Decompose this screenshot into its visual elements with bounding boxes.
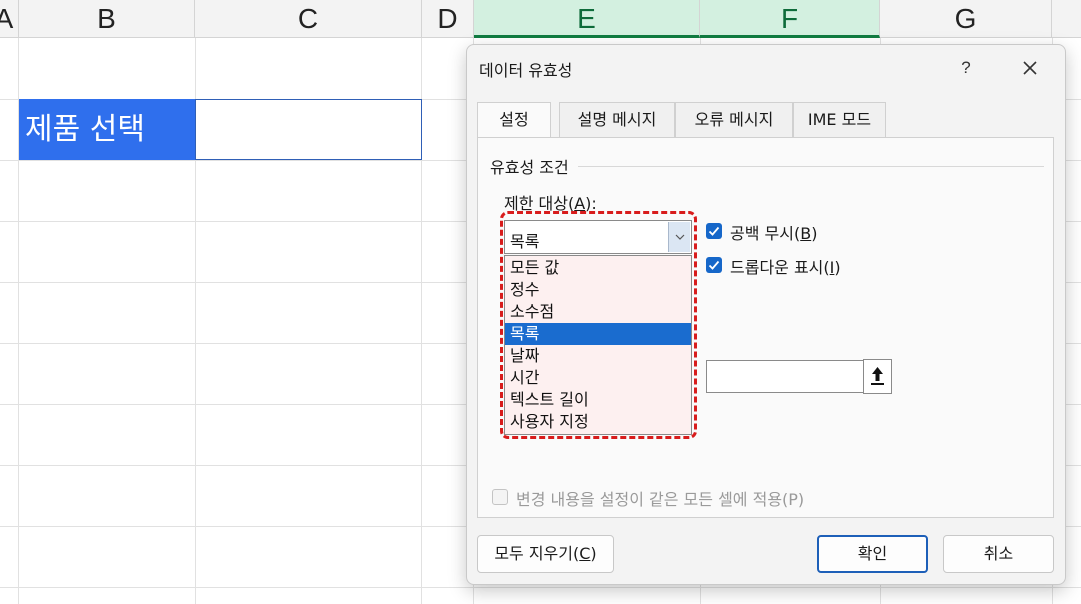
allow-options-list: 모든 값 정수 소수점 목록 날짜 시간 텍스트 길이 사용자 지정 (504, 255, 692, 435)
apply-all-label: 변경 내용을 설정이 같은 모든 셀에 적용(P) (516, 490, 805, 509)
option-whole-number[interactable]: 정수 (505, 279, 691, 301)
apply-all-checkbox[interactable] (492, 489, 508, 505)
dialog-title: 데이터 유효성 (479, 61, 573, 80)
help-button[interactable]: ? (953, 55, 979, 81)
column-header-a[interactable]: A (0, 0, 19, 38)
in-cell-dropdown-suffix: ) (834, 258, 841, 277)
clear-all-accesskey: C (579, 544, 591, 563)
ignore-blank-label[interactable]: 공백 무시(B) (730, 220, 817, 244)
column-header-e[interactable]: E (474, 0, 700, 38)
allow-label: 제한 대상(A): (504, 190, 597, 214)
tab-ime-mode[interactable]: IME 모드 (793, 102, 886, 138)
chevron-down-icon (675, 234, 685, 240)
close-icon (1023, 61, 1037, 75)
option-any-value[interactable]: 모든 값 (505, 257, 691, 279)
ignore-blank-text: 공백 무시( (730, 224, 801, 243)
cancel-button[interactable]: 취소 (943, 535, 1054, 573)
column-header-c[interactable]: C (195, 0, 422, 38)
cell-product-input[interactable] (195, 99, 422, 160)
clear-all-text: 모두 지우기( (494, 544, 580, 563)
in-cell-dropdown-label[interactable]: 드롭다운 표시(I) (730, 254, 841, 278)
settings-panel: 유효성 조건 제한 대상(A): 목록 모든 값 정수 소수점 목록 날짜 시간… (477, 137, 1054, 518)
ignore-blank-accesskey: B (800, 224, 812, 243)
cell-product-select-label[interactable]: 제품 선택 (19, 99, 195, 160)
column-header-b[interactable]: B (19, 0, 195, 38)
allow-select[interactable]: 목록 (504, 220, 692, 254)
allow-label-accesskey: A (574, 194, 586, 213)
range-select-button[interactable] (863, 359, 892, 394)
option-custom[interactable]: 사용자 지정 (505, 411, 691, 433)
column-header-f[interactable]: F (700, 0, 880, 38)
tab-input-message[interactable]: 설명 메시지 (559, 102, 675, 138)
clear-all-button[interactable]: 모두 지우기(C) (477, 535, 614, 573)
column-header-row: A B C D E F G (0, 0, 1081, 38)
allow-label-suffix: ): (585, 194, 597, 213)
in-cell-dropdown-text: 드롭다운 표시( (730, 258, 830, 277)
ignore-blank-suffix: ) (811, 224, 818, 243)
column-header-g[interactable]: G (880, 0, 1052, 38)
column-header-d[interactable]: D (422, 0, 474, 38)
grid-line (0, 587, 1081, 588)
ok-button[interactable]: 확인 (817, 535, 928, 573)
group-divider (578, 166, 1044, 167)
option-time[interactable]: 시간 (505, 367, 691, 389)
tab-settings[interactable]: 설정 (477, 102, 551, 139)
clear-all-suffix: ) (590, 544, 597, 563)
close-button[interactable] (1015, 53, 1045, 83)
validation-criteria-title: 유효성 조건 (490, 158, 569, 177)
in-cell-dropdown-checkbox[interactable] (706, 257, 722, 273)
allow-label-text: 제한 대상( (504, 194, 575, 213)
ignore-blank-checkbox[interactable] (706, 223, 722, 239)
source-input[interactable] (706, 360, 866, 393)
option-list[interactable]: 목록 (505, 323, 691, 345)
dropdown-button[interactable] (668, 222, 690, 252)
option-decimal[interactable]: 소수점 (505, 301, 691, 323)
range-select-icon (871, 367, 884, 385)
checkmark-icon (708, 226, 720, 236)
checkmark-icon (708, 260, 720, 270)
option-date[interactable]: 날짜 (505, 345, 691, 367)
allow-select-value: 목록 (510, 232, 540, 251)
option-text-length[interactable]: 텍스트 길이 (505, 389, 691, 411)
data-validation-dialog: 데이터 유효성 ? 설정 설명 메시지 오류 메시지 IME 모드 유효성 조건… (466, 44, 1066, 585)
tab-error-alert[interactable]: 오류 메시지 (675, 102, 793, 138)
